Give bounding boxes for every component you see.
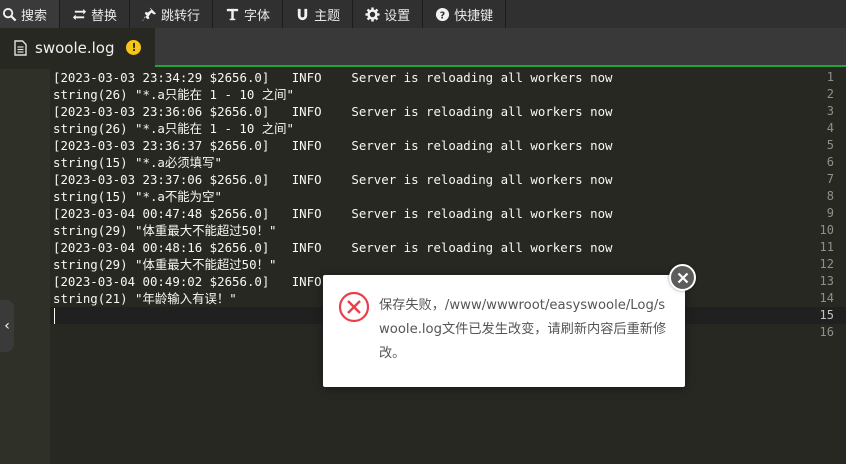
line-number: 3 <box>826 104 834 118</box>
warning-icon: ! <box>126 40 142 55</box>
line-number: 14 <box>819 291 834 305</box>
line-number: 12 <box>819 257 834 271</box>
code-line[interactable]: string(29) "体重最大不能超过50！" <box>53 222 276 239</box>
font-button[interactable]: 字体 <box>213 0 284 28</box>
code-editor[interactable]: 1 [2023-03-03 23:34:29 $2656.0] INFO Serv… <box>0 69 846 464</box>
search-icon <box>2 7 17 21</box>
theme-button[interactable]: 主题 <box>283 0 354 28</box>
theme-label: 主题 <box>314 8 341 24</box>
error-icon <box>338 291 370 323</box>
code-line[interactable]: [2023-03-03 23:37:06 $2656.0] INFO Serve… <box>53 171 613 188</box>
settings-button[interactable]: 设置 <box>353 0 424 28</box>
code-line[interactable]: string(15) "*.a必须填写" <box>53 154 222 171</box>
error-dialog: 保存失败，/www/wwwroot/easyswoole/Log/swoole.… <box>323 275 685 387</box>
svg-text:?: ? <box>440 10 445 21</box>
line-number: 8 <box>826 189 834 203</box>
magnet-icon <box>297 8 308 20</box>
line-number: 11 <box>819 240 834 254</box>
line-number: 16 <box>819 325 834 339</box>
help-icon: ? <box>436 7 450 21</box>
line-number: 6 <box>826 155 834 169</box>
code-line[interactable]: string(26) "*.a只能在 1 - 10 之间" <box>53 120 294 137</box>
code-line[interactable]: [2023-03-03 23:34:29 $2656.0] INFO Serve… <box>53 69 613 86</box>
replace-button[interactable]: 替换 <box>60 0 131 28</box>
line-number: 13 <box>819 274 834 288</box>
code-line[interactable]: [2023-03-03 23:36:06 $2656.0] INFO Serve… <box>53 103 613 120</box>
line-number: 10 <box>819 223 834 237</box>
close-button[interactable] <box>669 264 696 291</box>
gear-icon <box>365 6 380 22</box>
pin-icon <box>142 7 157 21</box>
font-label: 字体 <box>244 8 271 24</box>
toolbar: 搜索 替换 跳转行 字体 主题 设置 ? 快捷键 <box>0 0 846 28</box>
goto-line-button[interactable]: 跳转行 <box>130 0 214 28</box>
line-number: 9 <box>826 206 834 220</box>
sidebar-toggle-button[interactable]: ‹ <box>0 300 14 352</box>
line-gutter <box>0 69 50 464</box>
line-number: 7 <box>826 172 834 186</box>
line-number: 5 <box>826 138 834 152</box>
error-message: 保存失败，/www/wwwroot/easyswoole/Log/swoole.… <box>379 298 667 361</box>
tab-swoole-log[interactable]: swoole.log ! <box>0 28 155 67</box>
search-button[interactable]: 搜索 <box>0 0 61 28</box>
line-number: 15 <box>819 308 834 322</box>
line-number: 4 <box>826 121 834 135</box>
text-icon <box>226 8 239 20</box>
shortcuts-label: 快捷键 <box>454 8 494 24</box>
code-line[interactable]: [2023-03-04 00:48:16 $2656.0] INFO Serve… <box>53 239 613 256</box>
tab-bar: swoole.log ! <box>0 28 846 67</box>
tab-filename: swoole.log <box>35 38 115 57</box>
close-icon <box>677 272 688 283</box>
replace-icon <box>72 8 87 20</box>
line-number: 1 <box>826 70 834 84</box>
code-line[interactable]: [2023-03-04 00:47:48 $2656.0] INFO Serve… <box>53 205 613 222</box>
text-cursor <box>54 308 55 324</box>
code-line[interactable]: string(15) "*.a不能为空" <box>53 188 222 205</box>
replace-label: 替换 <box>91 8 118 24</box>
shortcuts-button[interactable]: ? 快捷键 <box>423 0 507 28</box>
goto-line-label: 跳转行 <box>161 8 201 24</box>
chevron-left-icon: ‹ <box>4 318 10 334</box>
code-line[interactable]: string(26) "*.a只能在 1 - 10 之间" <box>53 86 294 103</box>
search-label: 搜索 <box>21 8 48 24</box>
file-icon <box>14 39 27 56</box>
code-line[interactable]: [2023-03-03 23:36:37 $2656.0] INFO Serve… <box>53 137 613 154</box>
code-line[interactable]: string(21) "年龄输入有误！" <box>53 290 237 307</box>
code-line[interactable]: string(29) "体重最大不能超过50！" <box>53 256 276 273</box>
settings-label: 设置 <box>384 8 411 24</box>
line-number: 2 <box>826 87 834 101</box>
